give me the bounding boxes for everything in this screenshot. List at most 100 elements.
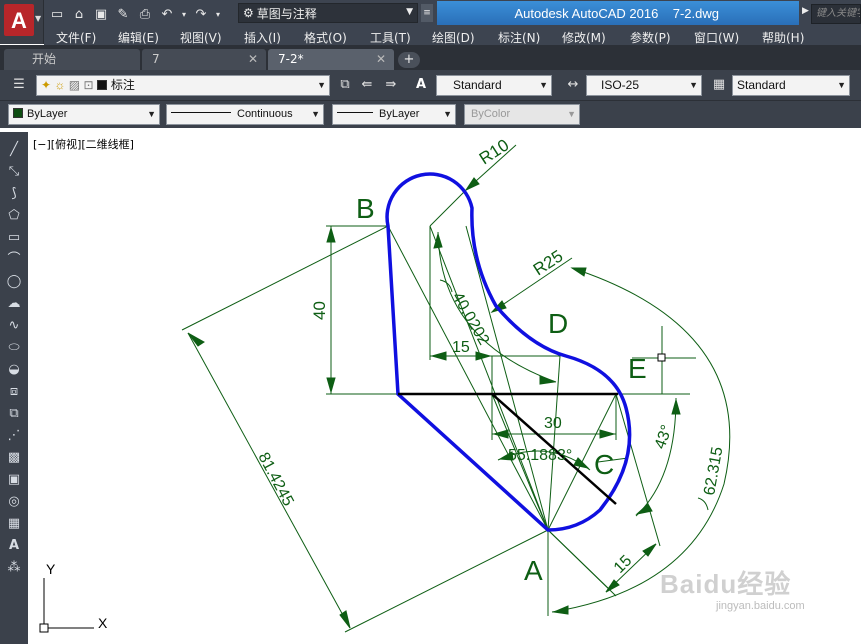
linetype-value: Continuous — [237, 108, 293, 120]
layer-previous-icon[interactable]: ⇚ — [358, 75, 376, 95]
menu-edit[interactable]: 编辑(E) — [118, 29, 159, 46]
layer-selector[interactable]: ✦ ☼ ▨ ⊡ 标注 ▼ — [36, 75, 330, 96]
menu-insert[interactable]: 插入(I) — [244, 29, 281, 46]
save-as-icon[interactable]: ✎ — [114, 5, 132, 23]
table-style-icon[interactable]: ▦ — [710, 75, 728, 95]
close-icon[interactable]: ✕ — [376, 49, 386, 69]
menu-parameters[interactable]: 参数(P) — [630, 29, 671, 46]
redo-dropdown-icon[interactable]: ▾ — [214, 5, 222, 23]
menu-window[interactable]: 窗口(W) — [694, 29, 739, 46]
menu-modify[interactable]: 修改(M) — [562, 29, 606, 46]
ellipse-icon[interactable]: ⬭ — [4, 338, 24, 357]
dim-15-bottom: 15 — [611, 552, 636, 577]
search-input[interactable]: 键入关键字 — [811, 4, 861, 24]
revision-cloud-icon[interactable]: ☁ — [4, 294, 24, 313]
polygon-icon[interactable]: ⬠ — [4, 206, 24, 225]
workspace-label: 草图与注释 — [256, 6, 317, 21]
hatch-icon[interactable]: ▩ — [4, 448, 24, 467]
title-bar: ▭ ⌂ ▣ ✎ ⎙ ↶ ▾ ↷ ▾ ⚙ 草图与注释 ▼ ≡ Autodesk A… — [0, 0, 861, 28]
menu-bar: 文件(F) 编辑(E) 视图(V) 插入(I) 格式(O) 工具(T) 绘图(D… — [44, 28, 861, 45]
draw-toolbar: ╱ ⤡ ⟆ ⬠ ▭ ⌒ ◯ ☁ ∿ ⬭ ◒ ⧈ ⧉ ⋰ ▩ ▣ ◎ ▦ A ⁂ — [0, 132, 28, 644]
plot-style-value: ByColor — [471, 108, 511, 120]
chevron-down-icon: ▼ — [147, 109, 156, 119]
add-selected-icon[interactable]: ⁂ — [4, 558, 24, 577]
layer-name: 标注 — [110, 78, 135, 92]
dim-40: 40 — [310, 301, 329, 320]
chevron-right-icon[interactable]: ▶ — [802, 6, 809, 16]
lightbulb-icon: ✦ — [41, 78, 52, 92]
ucs-x-label: X — [98, 615, 108, 631]
chevron-down-icon: ▼ — [837, 80, 846, 90]
customize-qat-button[interactable]: ≡ — [421, 4, 433, 22]
tab-file-7[interactable]: 7 ✕ — [142, 49, 266, 70]
polyline-icon[interactable]: ⟆ — [4, 184, 24, 203]
linetype-selector[interactable]: Continuous ▼ — [166, 104, 324, 125]
point-icon[interactable]: ⋰ — [4, 426, 24, 445]
arc-icon[interactable]: ⌒ — [4, 250, 24, 269]
chevron-down-icon: ▼ — [317, 80, 326, 90]
linetype-preview — [171, 112, 231, 113]
color-swatch — [13, 108, 23, 118]
close-icon[interactable]: ✕ — [248, 49, 258, 69]
table-icon[interactable]: ▦ — [4, 514, 24, 533]
chevron-down-icon: ▼ — [443, 109, 452, 119]
text-style-icon[interactable]: A — [412, 75, 430, 95]
make-current-layer-icon[interactable]: ⧉ — [336, 75, 354, 95]
line-tool-icon[interactable]: ╱ — [4, 140, 24, 159]
ellipse-arc-icon[interactable]: ◒ — [4, 360, 24, 379]
dimension-style-icon[interactable]: ↔ — [564, 75, 582, 95]
drawing-canvas[interactable]: [−][俯视][二维线框] R10 R25 40 15 40.0202 30 5… — [28, 128, 861, 644]
menu-format[interactable]: 格式(O) — [304, 29, 347, 46]
tab-file-7-2[interactable]: 7-2* ✕ — [268, 49, 394, 70]
chevron-down-icon: ▼ — [689, 80, 698, 90]
lineweight-selector[interactable]: ByLayer ▼ — [332, 104, 456, 125]
color-selector[interactable]: ByLayer ▼ — [8, 104, 160, 125]
lineweight-value: ByLayer — [379, 108, 420, 120]
layer-color-swatch — [96, 80, 107, 90]
new-tab-button[interactable]: + — [398, 52, 420, 68]
point-e-label: E — [628, 353, 647, 384]
text-style-selector[interactable]: Standard ▼ — [436, 75, 552, 96]
save-icon[interactable]: ▣ — [92, 5, 110, 23]
application-menu-button[interactable]: A ▼ — [0, 0, 44, 44]
menu-file[interactable]: 文件(F) — [56, 29, 96, 46]
table-style-selector[interactable]: Standard ▼ — [732, 75, 850, 96]
tab-start[interactable]: 开始 — [4, 49, 140, 70]
multiline-text-icon[interactable]: A — [4, 536, 24, 555]
layer-properties-icon[interactable]: ☰ — [10, 75, 28, 95]
workspace-selector[interactable]: ⚙ 草图与注释 ▼ — [238, 3, 418, 23]
ucs-icon — [39, 578, 94, 633]
chevron-down-icon: ▼ — [539, 80, 548, 90]
undo-dropdown-icon[interactable]: ▾ — [180, 5, 188, 23]
menu-view[interactable]: 视图(V) — [180, 29, 222, 46]
construction-line-icon[interactable]: ⤡ — [4, 162, 24, 181]
print-icon[interactable]: ⎙ — [136, 5, 154, 23]
spline-icon[interactable]: ∿ — [4, 316, 24, 335]
tab-label: 7-2* — [278, 52, 304, 66]
menu-help[interactable]: 帮助(H) — [762, 29, 804, 46]
menu-tools[interactable]: 工具(T) — [370, 29, 411, 46]
tab-label: 开始 — [32, 52, 57, 66]
text-style-value: Standard — [453, 78, 502, 92]
menu-draw[interactable]: 绘图(D) — [432, 29, 475, 46]
open-file-icon[interactable]: ⌂ — [70, 5, 88, 23]
layer-match-icon[interactable]: ⇛ — [382, 75, 400, 95]
undo-icon[interactable]: ↶ — [158, 5, 176, 23]
dimension-style-selector[interactable]: ISO-25 ▼ — [586, 75, 702, 96]
redo-icon[interactable]: ↷ — [192, 5, 210, 23]
chevron-down-icon: ▼ — [567, 109, 576, 119]
chevron-down-icon: ▼ — [35, 14, 42, 23]
gradient-icon[interactable]: ▣ — [4, 470, 24, 489]
insert-block-icon[interactable]: ⧈ — [4, 382, 24, 401]
new-file-icon[interactable]: ▭ — [48, 5, 66, 23]
layers-styles-toolbar: ☰ ✦ ☼ ▨ ⊡ 标注 ▼ ⧉ ⇚ ⇛ A Standard ▼ ↔ ISO-… — [0, 70, 861, 101]
region-icon[interactable]: ◎ — [4, 492, 24, 511]
make-block-icon[interactable]: ⧉ — [4, 404, 24, 423]
baidu-watermark-url: jingyan.baidu.com — [716, 600, 805, 612]
viewport-freeze-icon: ▨ — [68, 78, 81, 92]
rectangle-icon[interactable]: ▭ — [4, 228, 24, 247]
tab-label: 7 — [152, 52, 160, 66]
menu-dimension[interactable]: 标注(N) — [498, 29, 540, 46]
circle-icon[interactable]: ◯ — [4, 272, 24, 291]
baidu-watermark-logo: Baidu经验 — [660, 569, 792, 599]
